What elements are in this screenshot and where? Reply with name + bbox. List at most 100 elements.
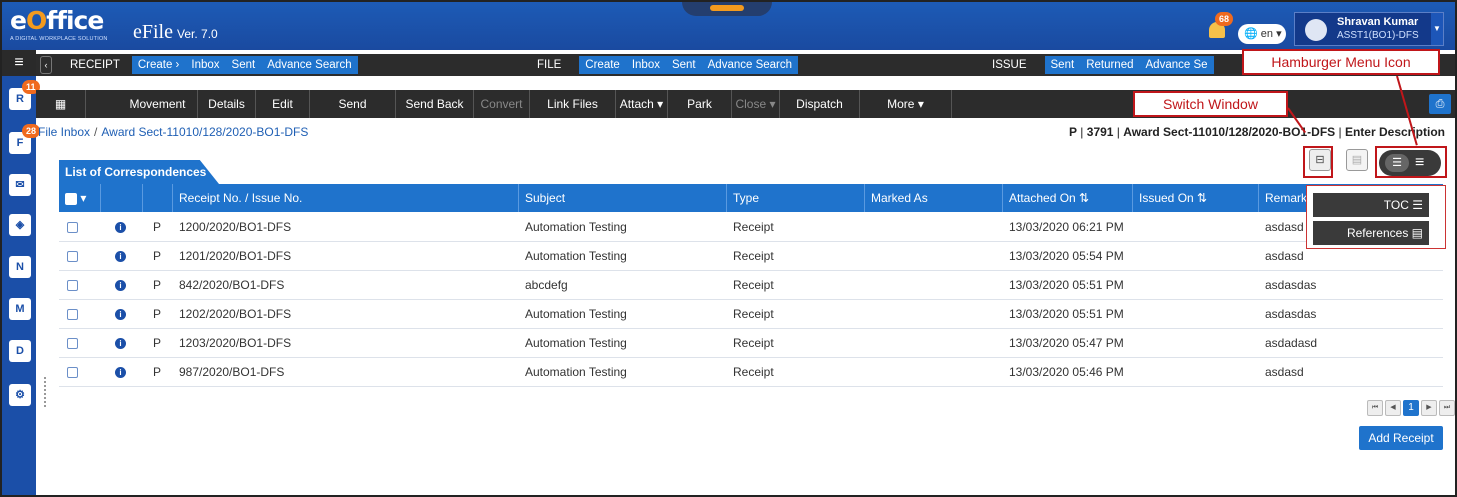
left-rail: ≡ R 11 F 28 ✉ ◈ N M D ⚙ <box>2 50 41 495</box>
send-back-button[interactable]: Send Back <box>396 90 474 118</box>
row-receipt-no[interactable]: 842/2020/BO1-DFS <box>173 271 284 300</box>
language-selector[interactable]: 🌐 en ▾ <box>1238 24 1286 44</box>
table-row[interactable]: i P 1201/2020/BO1-DFS Automation Testing Rec… <box>59 242 1443 271</box>
print-icon[interactable]: ⎙ <box>1429 94 1451 114</box>
note-icon[interactable]: N <box>9 256 31 278</box>
receipt-inbox[interactable]: Inbox <box>185 56 225 74</box>
breadcrumb-current: Award Sect-11010/128/2020-BO1-DFS <box>101 125 309 139</box>
issue-advance-search[interactable]: Advance Se <box>1140 56 1214 74</box>
receipt-create[interactable]: Create › <box>132 56 186 74</box>
row-receipt-no[interactable]: 1200/2020/BO1-DFS <box>173 213 291 242</box>
row-checkbox[interactable] <box>67 222 78 233</box>
receipt-advance-search[interactable]: Advance Search <box>261 56 357 74</box>
col-marked-as[interactable]: Marked As <box>865 184 1003 212</box>
file-advance-search[interactable]: Advance Search <box>702 56 798 74</box>
next-page-button[interactable]: ▶ <box>1421 400 1437 416</box>
table-row[interactable]: i P 842/2020/BO1-DFS abcdefg Receipt 13/03/20… <box>59 271 1443 300</box>
breadcrumb-root[interactable]: File Inbox <box>38 125 90 139</box>
col-subject[interactable]: Subject <box>519 184 727 212</box>
dashboard-icon[interactable]: ◈ <box>9 214 31 236</box>
notification-bell-icon[interactable]: 68 <box>1207 12 1234 40</box>
info-icon[interactable]: i <box>115 222 126 233</box>
row-receipt-no[interactable]: 1201/2020/BO1-DFS <box>173 242 291 271</box>
movement-button[interactable]: Movement <box>118 90 198 118</box>
file-sent[interactable]: Sent <box>666 56 702 74</box>
more-button[interactable]: More ▾ <box>860 90 952 118</box>
row-receipt-no[interactable]: 987/2020/BO1-DFS <box>173 358 284 387</box>
row-checkbox[interactable] <box>67 338 78 349</box>
col-issued-on[interactable]: Issued On ⇅ <box>1133 184 1259 212</box>
user-menu[interactable]: Shravan Kumar ASST1(BO1)-DFS ▼ <box>1294 12 1444 46</box>
send-button[interactable]: Send <box>310 90 396 118</box>
row-checkbox[interactable] <box>67 251 78 262</box>
app-header: eOffice A DIGITAL WORKPLACE SOLUTION eFi… <box>2 2 1455 50</box>
issue-returned[interactable]: Returned <box>1080 56 1139 74</box>
details-button[interactable]: Details <box>198 90 256 118</box>
row-receipt-no[interactable]: 1203/2020/BO1-DFS <box>173 329 291 358</box>
add-receipt-button[interactable]: Add Receipt <box>1359 426 1443 450</box>
meeting-icon[interactable]: M <box>9 298 31 320</box>
file-create[interactable]: Create <box>579 56 626 74</box>
user-name: Shravan Kumar <box>1337 16 1419 28</box>
chevron-left-icon[interactable]: ‹ <box>40 56 52 74</box>
col-type[interactable]: Type <box>727 184 865 212</box>
table-row[interactable]: i P 987/2020/BO1-DFS Automation Testing Rece… <box>59 358 1443 387</box>
file-inbox[interactable]: Inbox <box>626 56 666 74</box>
info-icon[interactable]: i <box>115 309 126 320</box>
info-icon[interactable]: i <box>115 338 126 349</box>
collapse-header-handle[interactable] <box>682 2 772 16</box>
hamburger-menu-icon[interactable]: ≡ <box>2 50 36 76</box>
current-page[interactable]: 1 <box>1403 400 1419 416</box>
park-button[interactable]: Park <box>668 90 732 118</box>
settings-icon[interactable]: ⚙ <box>9 384 31 406</box>
mail-icon[interactable]: ✉ <box>9 174 31 196</box>
row-flag: P <box>153 365 162 379</box>
row-receipt-no[interactable]: 1202/2020/BO1-DFS <box>173 300 291 329</box>
resize-handle[interactable] <box>44 377 50 407</box>
dispatch-button[interactable]: Dispatch <box>780 90 860 118</box>
close-button[interactable]: Close ▾ <box>732 90 780 118</box>
enter-description-link[interactable]: Enter Description <box>1345 125 1445 139</box>
table-row[interactable]: i P 1203/2020/BO1-DFS Automation Testing Rec… <box>59 329 1443 358</box>
app-frame: eOffice A DIGITAL WORKPLACE SOLUTION eFi… <box>0 0 1457 497</box>
info-icon[interactable]: i <box>115 280 126 291</box>
hamburger-dropdown: TOC ☰ References ▤ <box>1306 185 1446 249</box>
edit-button[interactable]: Edit <box>256 90 310 118</box>
first-page-button[interactable]: ⏮ <box>1367 400 1383 416</box>
dsc-icon[interactable]: D <box>9 340 31 362</box>
info-column <box>101 184 143 212</box>
info-icon[interactable]: i <box>115 251 126 262</box>
prev-page-button[interactable]: ◀ <box>1385 400 1401 416</box>
row-attached-on: 13/03/2020 05:47 PM <box>1009 336 1124 350</box>
attach-button[interactable]: Attach ▾ <box>616 90 668 118</box>
issue-group: ISSUE Sent Returned Advance Se <box>974 56 1214 74</box>
app-version: Ver. 7.0 <box>177 27 218 41</box>
references-menu-item[interactable]: References ▤ <box>1313 221 1429 245</box>
last-page-button[interactable]: ⏭ <box>1439 400 1455 416</box>
table-row[interactable]: i P 1202/2020/BO1-DFS Automation Testing Rec… <box>59 300 1443 329</box>
table-row[interactable]: i P 1200/2020/BO1-DFS Automation Testing Rec… <box>59 213 1443 242</box>
file-view-icon[interactable]: ▦ <box>36 90 86 118</box>
convert-button[interactable]: Convert <box>474 90 530 118</box>
info-icon[interactable]: i <box>115 367 126 378</box>
col-attached-on[interactable]: Attached On ⇅ <box>1003 184 1133 212</box>
row-remarks: asdasd <box>1265 220 1304 234</box>
issue-label: ISSUE <box>974 56 1045 74</box>
row-checkbox[interactable] <box>67 367 78 378</box>
row-checkbox[interactable] <box>67 309 78 320</box>
receipt-sent[interactable]: Sent <box>226 56 262 74</box>
language-value: en <box>1260 28 1274 40</box>
notification-count: 68 <box>1215 12 1234 26</box>
split-view-icon[interactable]: ▤ <box>1346 149 1368 171</box>
row-remarks: asdasdas <box>1265 307 1317 321</box>
toc-menu-item[interactable]: TOC ☰ <box>1313 193 1429 217</box>
breadcrumb: File Inbox / Award Sect-11010/128/2020-BO1… <box>38 125 308 139</box>
link-files-button[interactable]: Link Files <box>530 90 616 118</box>
col-receipt-no[interactable]: Receipt No. / Issue No. <box>173 184 519 212</box>
chevron-down-icon[interactable]: ▼ <box>1431 13 1443 45</box>
hamburger-callout: Hamburger Menu Icon <box>1242 49 1440 75</box>
issue-sent[interactable]: Sent <box>1045 56 1081 74</box>
row-checkbox[interactable] <box>67 280 78 291</box>
select-all-checkbox[interactable]: ▾ <box>59 184 101 212</box>
row-remarks: asdasd <box>1265 365 1304 379</box>
